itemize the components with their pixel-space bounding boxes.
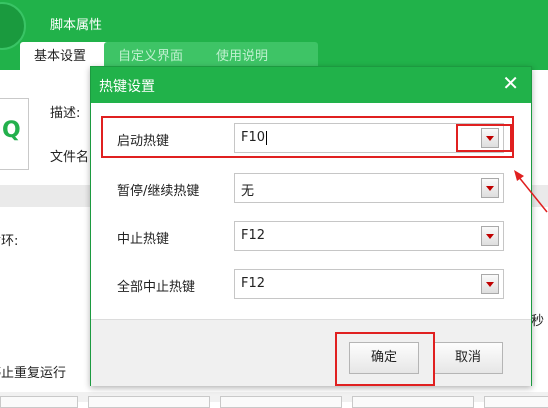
stop-all-hotkey-select[interactable]: F12: [234, 269, 504, 299]
dropdown-arrow-icon[interactable]: [481, 178, 499, 198]
description-label: 描述:: [50, 106, 81, 121]
hotkey-settings-dialog: 热键设置 ✕ 启动热键 F10 暂停/继续热键 无 中止热键 F12 全部中止热…: [90, 66, 532, 386]
dropdown-arrow-icon[interactable]: [481, 226, 499, 246]
background-bottom-button[interactable]: [220, 396, 342, 408]
dialog-title: 热键设置: [99, 79, 155, 95]
stop-hotkey-label: 中止热键: [117, 232, 170, 247]
close-icon[interactable]: ✕: [502, 71, 519, 95]
pause-hotkey-select[interactable]: 无: [234, 173, 504, 203]
stop-hotkey-row: 中止热键 F12: [91, 221, 531, 251]
cancel-button[interactable]: 取消: [433, 342, 503, 374]
stop-hotkey-select[interactable]: F12: [234, 221, 504, 251]
seconds-label: 秒: [531, 314, 545, 329]
dialog-footer: 确定 取消: [91, 319, 531, 386]
filename-label: 文件名: [50, 150, 90, 165]
annotation-start-hotkey-row: [101, 116, 514, 158]
background-window-title: 脚本属性: [50, 18, 103, 33]
background-bottom-button[interactable]: [352, 396, 474, 408]
pause-hotkey-value[interactable]: 无: [241, 180, 254, 199]
dialog-titlebar: 热键设置 ✕: [91, 67, 531, 103]
stop-hotkey-value[interactable]: F12: [241, 228, 265, 243]
background-bottom-button[interactable]: [0, 396, 78, 408]
stop-all-hotkey-row: 全部中止热键 F12: [91, 269, 531, 299]
stop-repeat-label: 停止重复运行: [0, 366, 67, 381]
script-file-icon-glyph: Q: [2, 118, 21, 143]
annotation-ok-button: [335, 332, 435, 386]
background-bottom-button[interactable]: [88, 396, 210, 408]
loop-label: 循环:: [0, 234, 19, 249]
stop-all-hotkey-label: 全部中止热键: [117, 280, 196, 295]
background-bottom-button[interactable]: [484, 396, 548, 408]
pause-hotkey-label: 暂停/继续热键: [117, 184, 200, 199]
stop-all-hotkey-value[interactable]: F12: [241, 276, 265, 291]
pause-hotkey-row: 暂停/继续热键 无: [91, 173, 531, 203]
dropdown-arrow-icon[interactable]: [481, 274, 499, 294]
annotation-dropdown-arrow: [456, 124, 512, 152]
